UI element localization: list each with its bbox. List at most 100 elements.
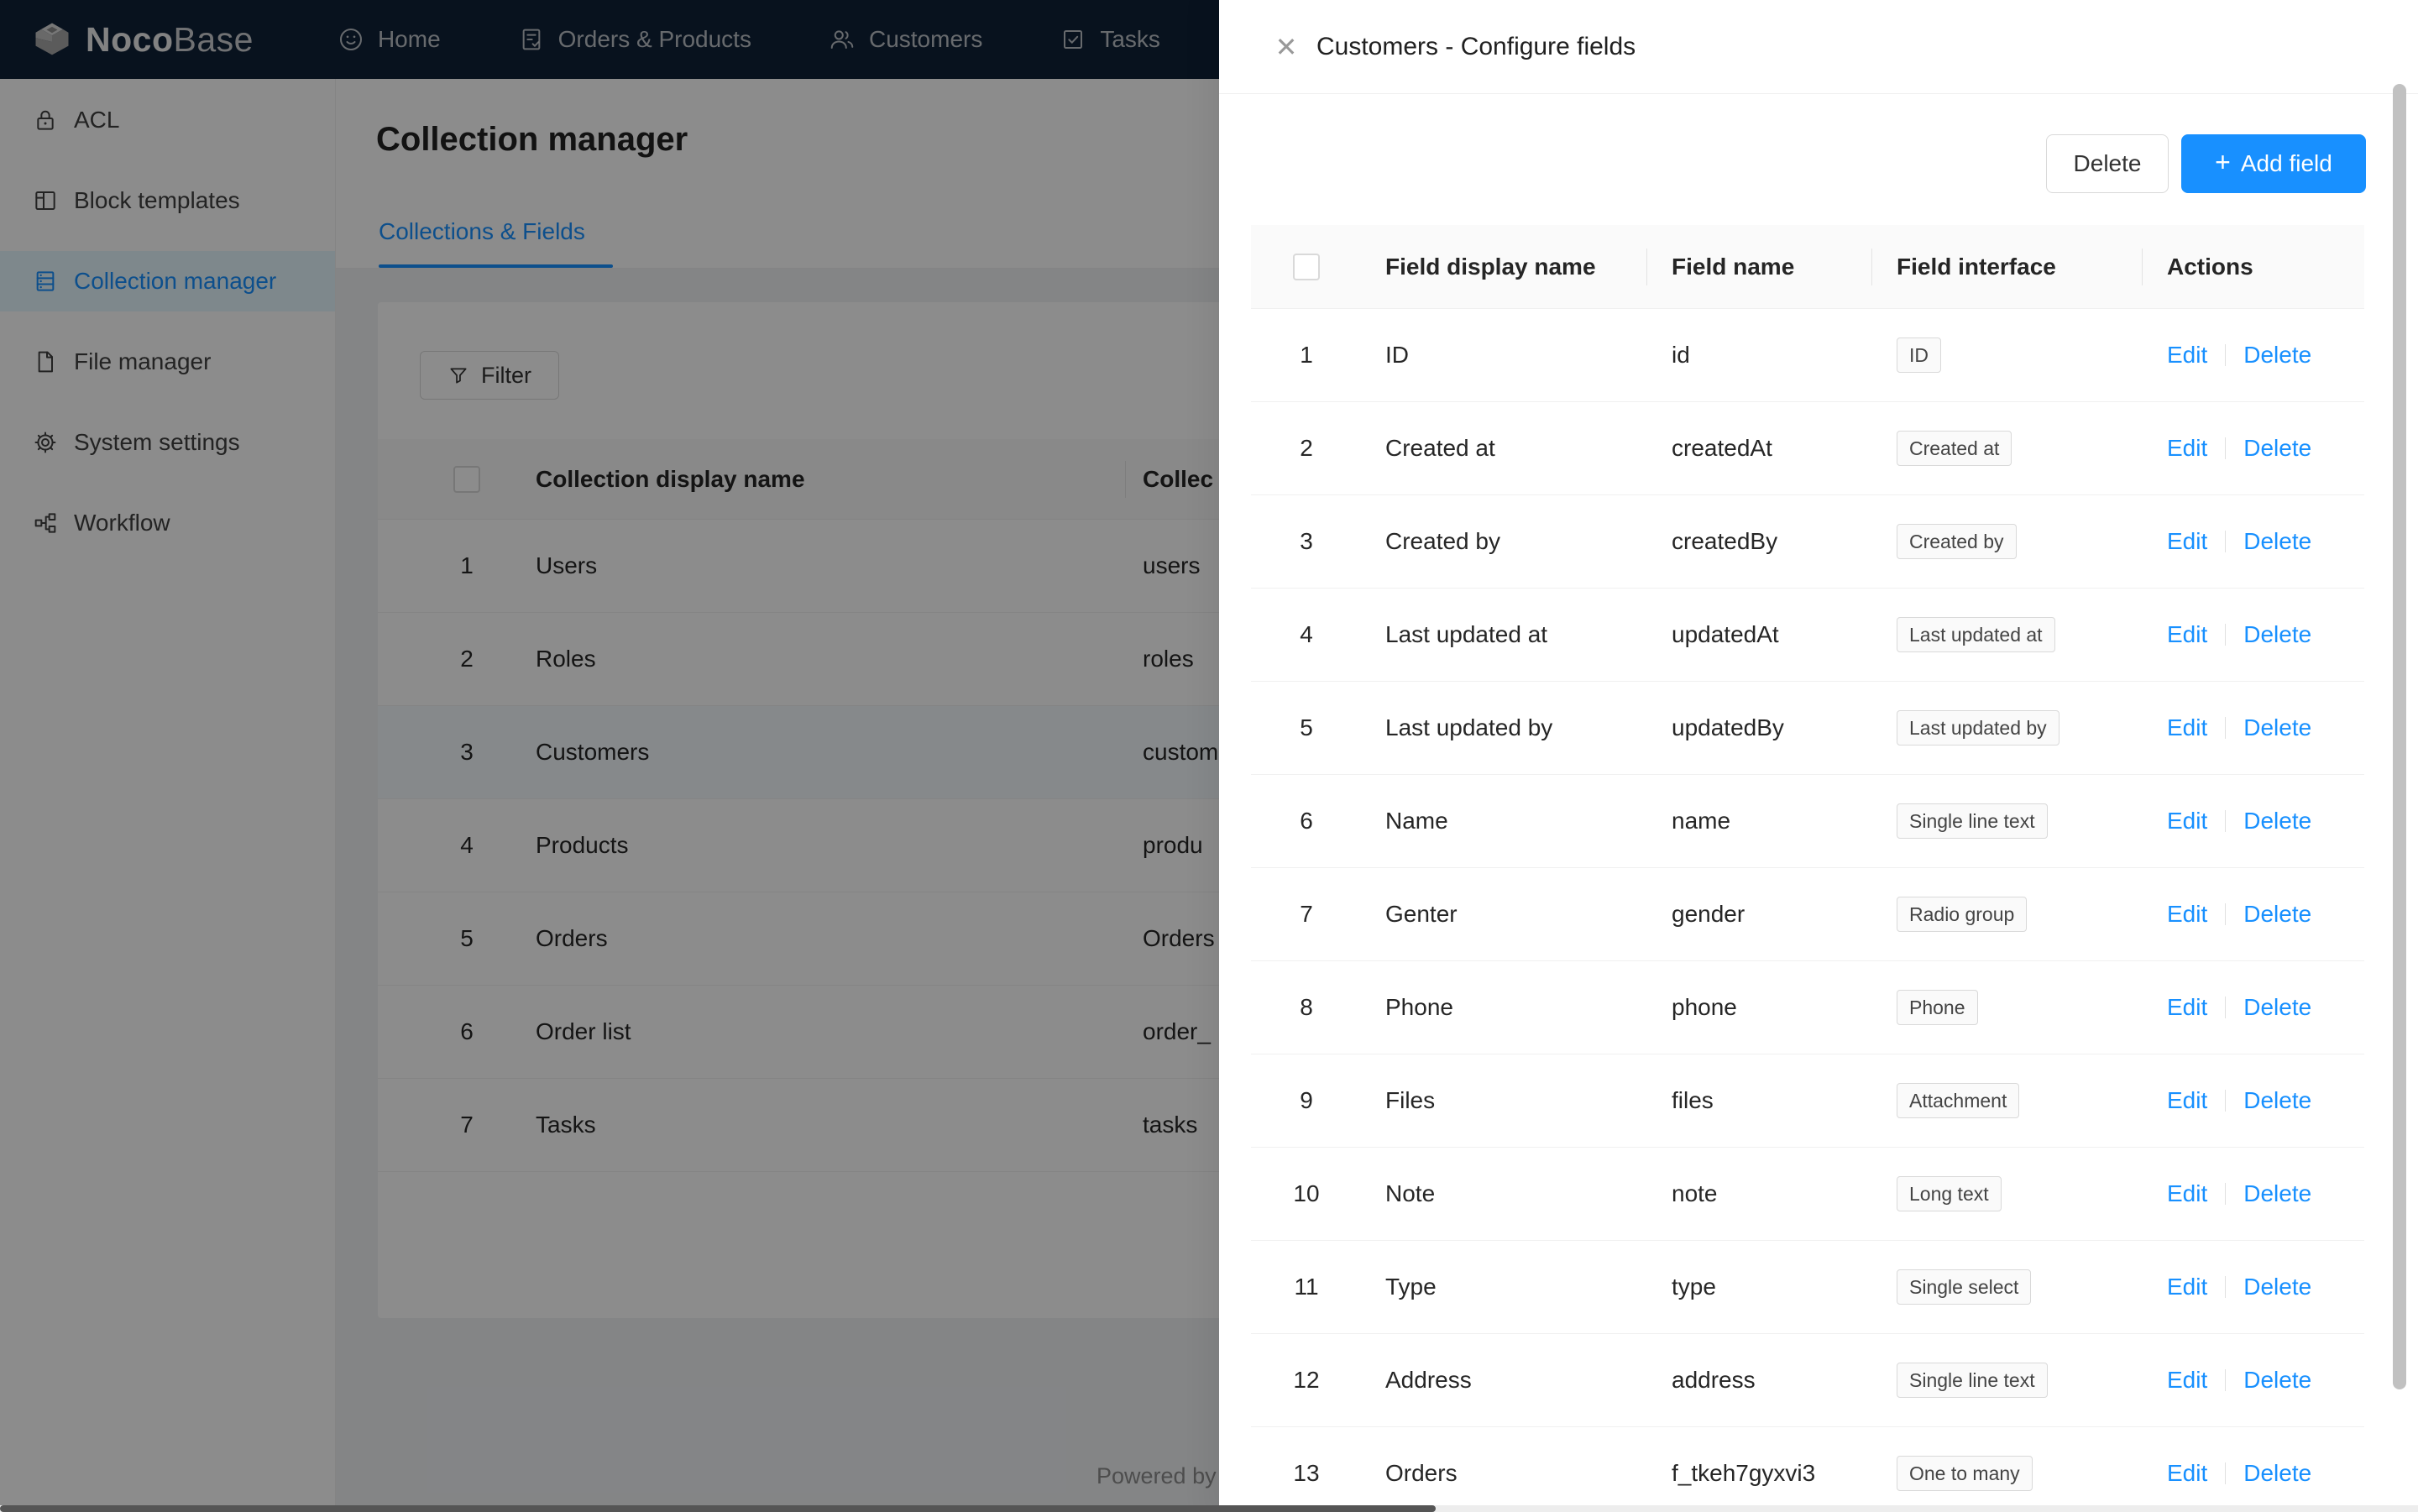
field-name: name xyxy=(1672,808,1897,834)
delete-link[interactable]: Delete xyxy=(2243,1460,2311,1486)
edit-link[interactable]: Edit xyxy=(2167,808,2207,834)
field-interface-tag: Single line text xyxy=(1897,803,2048,840)
delete-link[interactable]: Delete xyxy=(2243,1087,2311,1113)
field-row[interactable]: 2 Created at createdAt Created at EditDe… xyxy=(1251,402,2364,495)
field-interface-tag: Single line text xyxy=(1897,1363,2048,1399)
field-interface-tag: Radio group xyxy=(1897,897,2027,933)
field-interface-tag: ID xyxy=(1897,337,1941,374)
edit-link[interactable]: Edit xyxy=(2167,714,2207,740)
field-row[interactable]: 6 Name name Single line text Edit Delete xyxy=(1251,775,2364,868)
drawer-vertical-scrollbar[interactable] xyxy=(2393,84,2406,1389)
column-field-interface: Field interface xyxy=(1897,254,2167,280)
action-divider xyxy=(2225,1369,2226,1391)
delete-link[interactable]: Delete xyxy=(2243,1180,2311,1206)
delete-link[interactable]: Delete xyxy=(2243,621,2311,647)
plus-icon: + xyxy=(2215,147,2231,178)
delete-link[interactable]: Delete xyxy=(2243,714,2311,740)
field-interface-tag: Phone xyxy=(1897,990,1978,1026)
field-interface-tag: Last updated by xyxy=(1897,710,2059,746)
field-row[interactable]: 10 Note note Long text Edit Delete xyxy=(1251,1148,2364,1241)
action-divider xyxy=(2225,903,2226,925)
add-field-button[interactable]: + Add field xyxy=(2181,134,2366,193)
field-interface-tag: Long text xyxy=(1897,1176,2002,1212)
field-display-name: Files xyxy=(1385,1087,1672,1114)
delete-link[interactable]: Delete xyxy=(2243,528,2311,554)
row-number: 10 xyxy=(1293,1180,1320,1207)
delete-link[interactable]: Delete xyxy=(2243,1367,2311,1393)
field-row[interactable]: 4 Last updated at updatedAt Last updated… xyxy=(1251,589,2364,682)
close-icon[interactable]: ✕ xyxy=(1268,29,1305,65)
edit-link[interactable]: Edit xyxy=(2167,901,2207,927)
action-divider xyxy=(2225,437,2226,459)
field-row[interactable]: 1 ID id ID EditDelete xyxy=(1251,309,2364,402)
fields-table-header: Field display name Field name Field inte… xyxy=(1251,225,2364,309)
field-name: files xyxy=(1672,1087,1897,1114)
field-name: createdAt xyxy=(1672,435,1897,462)
column-field-display-name: Field display name xyxy=(1385,254,1672,280)
row-number: 1 xyxy=(1293,342,1320,369)
field-name: gender xyxy=(1672,901,1897,928)
field-row[interactable]: 13 Orders f_tkeh7gyxvi3 One to many Edit… xyxy=(1251,1427,2364,1512)
delete-button[interactable]: Delete xyxy=(2046,134,2169,193)
action-divider xyxy=(2225,997,2226,1018)
field-display-name: Name xyxy=(1385,808,1672,834)
row-number: 6 xyxy=(1293,808,1320,834)
field-row[interactable]: 5 Last updated by updatedBy Last updated… xyxy=(1251,682,2364,775)
edit-link[interactable]: Edit xyxy=(2167,994,2207,1020)
field-name: address xyxy=(1672,1367,1897,1394)
edit-link[interactable]: Edit xyxy=(2167,342,2207,368)
row-number: 3 xyxy=(1293,528,1320,555)
field-row[interactable]: 11 Type type Single select EditDelete xyxy=(1251,1241,2364,1334)
row-number: 5 xyxy=(1293,714,1320,741)
action-divider xyxy=(2225,624,2226,646)
edit-link[interactable]: Edit xyxy=(2167,528,2207,554)
delete-link[interactable]: Delete xyxy=(2243,808,2311,834)
field-row[interactable]: 8 Phone phone Phone Edit Delete xyxy=(1251,961,2364,1054)
edit-link[interactable]: Edit xyxy=(2167,1367,2207,1393)
delete-link[interactable]: Delete xyxy=(2243,994,2311,1020)
field-display-name: Genter xyxy=(1385,901,1672,928)
row-number: 8 xyxy=(1293,994,1320,1021)
field-display-name: Address xyxy=(1385,1367,1672,1394)
add-field-label: Add field xyxy=(2241,150,2332,177)
row-number: 11 xyxy=(1293,1274,1320,1300)
field-interface-tag: Attachment xyxy=(1897,1083,2019,1119)
edit-link[interactable]: Edit xyxy=(2167,1180,2207,1206)
edit-link[interactable]: Edit xyxy=(2167,1460,2207,1486)
delete-link[interactable]: Delete xyxy=(2243,435,2311,461)
field-name: phone xyxy=(1672,994,1897,1021)
field-row[interactable]: 3 Created by createdBy Created by EditDe… xyxy=(1251,495,2364,589)
row-number: 4 xyxy=(1293,621,1320,648)
field-display-name: Phone xyxy=(1385,994,1672,1021)
field-row[interactable]: 12 Address address Single line text Edit… xyxy=(1251,1334,2364,1427)
field-display-name: Note xyxy=(1385,1180,1672,1207)
delete-link[interactable]: Delete xyxy=(2243,1274,2311,1300)
field-name: f_tkeh7gyxvi3 xyxy=(1672,1460,1897,1487)
action-divider xyxy=(2225,717,2226,739)
action-divider xyxy=(2225,531,2226,552)
edit-link[interactable]: Edit xyxy=(2167,1274,2207,1300)
field-display-name: ID xyxy=(1385,342,1672,369)
edit-link[interactable]: Edit xyxy=(2167,435,2207,461)
horizontal-scrollbar-track[interactable] xyxy=(0,1505,2418,1512)
field-row[interactable]: 7 Genter gender Radio group Edit Delete xyxy=(1251,868,2364,961)
action-divider xyxy=(2225,1183,2226,1205)
field-row[interactable]: 9 Files files Attachment EditDelete xyxy=(1251,1054,2364,1148)
field-interface-tag: One to many xyxy=(1897,1456,2033,1492)
field-interface-tag: Created at xyxy=(1897,431,2012,467)
field-display-name: Last updated by xyxy=(1385,714,1672,741)
edit-link[interactable]: Edit xyxy=(2167,621,2207,647)
column-field-name: Field name xyxy=(1672,254,1897,280)
field-name: note xyxy=(1672,1180,1897,1207)
field-interface-tag: Created by xyxy=(1897,524,2017,560)
edit-link[interactable]: Edit xyxy=(2167,1087,2207,1113)
field-name: updatedBy xyxy=(1672,714,1897,741)
fields-table: Field display name Field name Field inte… xyxy=(1251,225,2364,1512)
row-number: 7 xyxy=(1293,901,1320,928)
delete-link[interactable]: Delete xyxy=(2243,342,2311,368)
field-name: createdBy xyxy=(1672,528,1897,555)
field-display-name: Type xyxy=(1385,1274,1672,1300)
select-all-fields-checkbox[interactable] xyxy=(1293,254,1320,280)
horizontal-scrollbar-thumb[interactable] xyxy=(0,1505,1436,1512)
delete-link[interactable]: Delete xyxy=(2243,901,2311,927)
